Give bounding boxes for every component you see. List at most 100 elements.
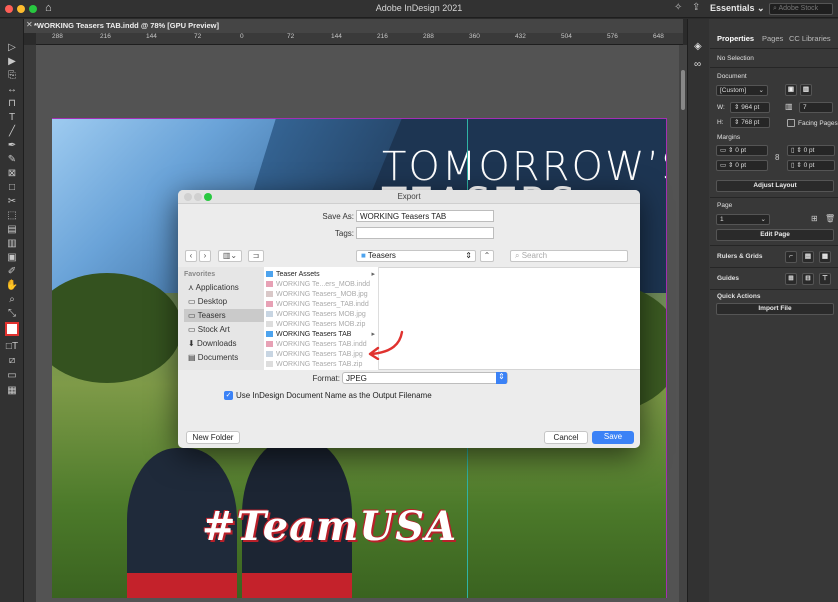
selection-tool-icon[interactable]: ▷ <box>4 42 20 54</box>
close-tab-icon[interactable]: ✕ <box>26 20 33 29</box>
forward-button[interactable]: › <box>199 250 211 262</box>
baseline-grid-icon[interactable]: ▤ <box>802 251 814 263</box>
ruler-tick: 72 <box>194 33 202 40</box>
edit-page-button[interactable]: Edit Page <box>716 229 834 241</box>
zoom-tool-icon[interactable]: ⌕ <box>4 294 20 306</box>
formatting-affects-container-icon[interactable]: □T <box>4 341 20 353</box>
hand-tool-icon[interactable]: ✋ <box>4 280 20 292</box>
save-as-field[interactable]: WORKING Teasers TAB <box>356 210 494 222</box>
view-mode-button[interactable]: ▥⌄ <box>218 250 242 262</box>
margin-bottom-field[interactable]: ▭ ⇕ 0 pt <box>716 160 768 171</box>
save-button[interactable]: Save <box>592 431 634 444</box>
jpg-file-icon <box>266 311 273 318</box>
smart-guides-icon[interactable]: ⊟ <box>802 273 814 285</box>
use-name-checkbox[interactable]: ✓ <box>224 391 233 400</box>
scissors-tool-icon[interactable]: ✂ <box>4 196 20 208</box>
rectangle-frame-tool-icon[interactable]: ⊠ <box>4 168 20 180</box>
facing-pages-checkbox[interactable] <box>787 119 795 127</box>
pages-count-field[interactable]: 7 <box>799 102 833 113</box>
gap-tool-icon[interactable]: ↔ <box>4 84 20 96</box>
ruler-icon[interactable]: ⌐ <box>785 251 797 263</box>
lock-guides-icon[interactable]: ⊤ <box>819 273 831 285</box>
margin-right-field[interactable]: ▯ ⇕ 0 pt <box>787 160 835 171</box>
new-folder-button[interactable]: New Folder <box>186 431 240 444</box>
dialog-zoom-button[interactable] <box>204 193 212 201</box>
orientation-icon[interactable]: ▥ <box>800 84 812 96</box>
downloads-icon: ⬇ <box>188 339 197 348</box>
list-item[interactable]: Teaser Assets ▸ <box>266 270 379 279</box>
cancel-button[interactable]: Cancel <box>544 431 588 444</box>
back-button[interactable]: ‹ <box>185 250 197 262</box>
width-label: W: <box>717 104 725 111</box>
save-preset-icon[interactable]: ▣ <box>785 84 797 96</box>
list-item[interactable]: WORKING Teasers TAB ▸ <box>266 330 379 339</box>
gradient-feather-tool-icon[interactable]: ▥ <box>4 238 20 250</box>
tab-properties[interactable]: Properties <box>717 34 754 43</box>
pages-icon: ▥ <box>785 102 793 111</box>
free-transform-tool-icon[interactable]: ⬚ <box>4 210 20 222</box>
sidebar-item-teasers[interactable]: ▭ Teasers <box>184 309 264 322</box>
finder-search-input[interactable]: ⌕ Search <box>510 250 628 262</box>
indd-file-icon <box>266 341 273 348</box>
swap-fill-stroke-icon[interactable]: ⤡ <box>4 308 20 320</box>
workspace-switcher[interactable]: Essentials ⌄ <box>710 3 765 14</box>
lightbulb-icon[interactable]: ✧ <box>674 2 682 13</box>
vertical-scrollbar[interactable] <box>679 45 687 602</box>
rectangle-tool-icon[interactable]: □ <box>4 182 20 194</box>
fill-stroke-swatch[interactable] <box>5 322 19 336</box>
links-icon[interactable]: ∞ <box>694 59 701 70</box>
sidebar-item-applications[interactable]: ⋏ Applications <box>184 281 264 294</box>
layers-icon[interactable]: ◈ <box>694 41 702 52</box>
height-field[interactable]: ⇕ 768 pt <box>730 117 770 128</box>
new-folder-icon[interactable]: ⊐ <box>248 250 264 262</box>
direct-selection-tool-icon[interactable]: ▶ <box>4 56 20 68</box>
eyedropper-tool-icon[interactable]: ✐ <box>4 266 20 278</box>
screen-mode-icon[interactable]: ▭ <box>4 370 20 382</box>
gradient-swatch-tool-icon[interactable]: ▤ <box>4 224 20 236</box>
add-page-icon[interactable]: ⊞ <box>811 214 818 223</box>
location-popup[interactable]: ■ Teasers ⇕ <box>356 250 476 262</box>
sidebar-item-desktop[interactable]: ▭ Desktop <box>184 295 264 308</box>
pencil-tool-icon[interactable]: ✎ <box>4 154 20 166</box>
line-tool-icon[interactable]: ╱ <box>4 126 20 138</box>
folder-icon: ▭ <box>188 325 198 334</box>
width-field[interactable]: ⇕ 964 pt <box>730 102 770 113</box>
format-select[interactable]: JPEG ⇕ <box>342 372 508 384</box>
pen-tool-icon[interactable]: ✒ <box>4 140 20 152</box>
dialog-close-button[interactable] <box>184 193 192 201</box>
document-preset-select[interactable]: [Custom] ⌄ <box>716 85 768 96</box>
page-heading: Page <box>717 202 733 209</box>
note-tool-icon[interactable]: ▣ <box>4 252 20 264</box>
margin-left-field[interactable]: ▯ ⇕ 0 pt <box>787 145 835 156</box>
margin-top-field[interactable]: ▭ ⇕ 0 pt <box>716 145 768 156</box>
adjust-layout-button[interactable]: Adjust Layout <box>716 180 834 192</box>
apply-none-icon[interactable]: ⧄ <box>4 355 20 367</box>
link-margins-icon[interactable]: 8 <box>775 153 779 162</box>
delete-page-icon[interactable]: 🗑 <box>825 214 835 223</box>
sidebar-item-stock-art[interactable]: ▭ Stock Art <box>184 323 264 336</box>
import-file-button[interactable]: Import File <box>716 303 834 315</box>
preview-mode-icon[interactable]: ▦ <box>4 385 20 397</box>
tab-pages[interactable]: Pages <box>762 34 783 43</box>
share-icon[interactable]: ⇪ <box>692 2 700 13</box>
annotation-arrow-path <box>370 330 404 356</box>
stock-search-input[interactable]: ⌕ Adobe Stock <box>769 3 833 15</box>
file-name: Teaser Assets <box>276 271 320 278</box>
page-select[interactable]: 1 ⌄ <box>716 214 770 225</box>
desktop-icon: ▭ <box>188 297 198 306</box>
sidebar-item-documents[interactable]: ▤ Documents <box>184 351 264 364</box>
expand-collapse-button[interactable]: ⌃ <box>480 250 494 262</box>
tab-cc-libraries[interactable]: CC Libraries <box>789 34 831 43</box>
ruler-tick: 144 <box>331 33 342 40</box>
type-tool-icon[interactable]: T <box>4 112 20 124</box>
show-guides-icon[interactable]: ⊞ <box>785 273 797 285</box>
page-tool-icon[interactable]: ⎘ <box>4 70 20 82</box>
document-grid-icon[interactable]: ▦ <box>819 251 831 263</box>
content-collector-icon[interactable]: ⊓ <box>4 98 20 110</box>
width-value: 964 pt <box>741 104 760 111</box>
margin-top-value: 0 pt <box>735 147 747 154</box>
tags-field[interactable] <box>356 227 494 239</box>
vertical-scrollbar-thumb[interactable] <box>681 70 685 110</box>
sidebar-item-downloads[interactable]: ⬇ Downloads <box>184 337 264 350</box>
ruler-tick: 360 <box>469 33 480 40</box>
